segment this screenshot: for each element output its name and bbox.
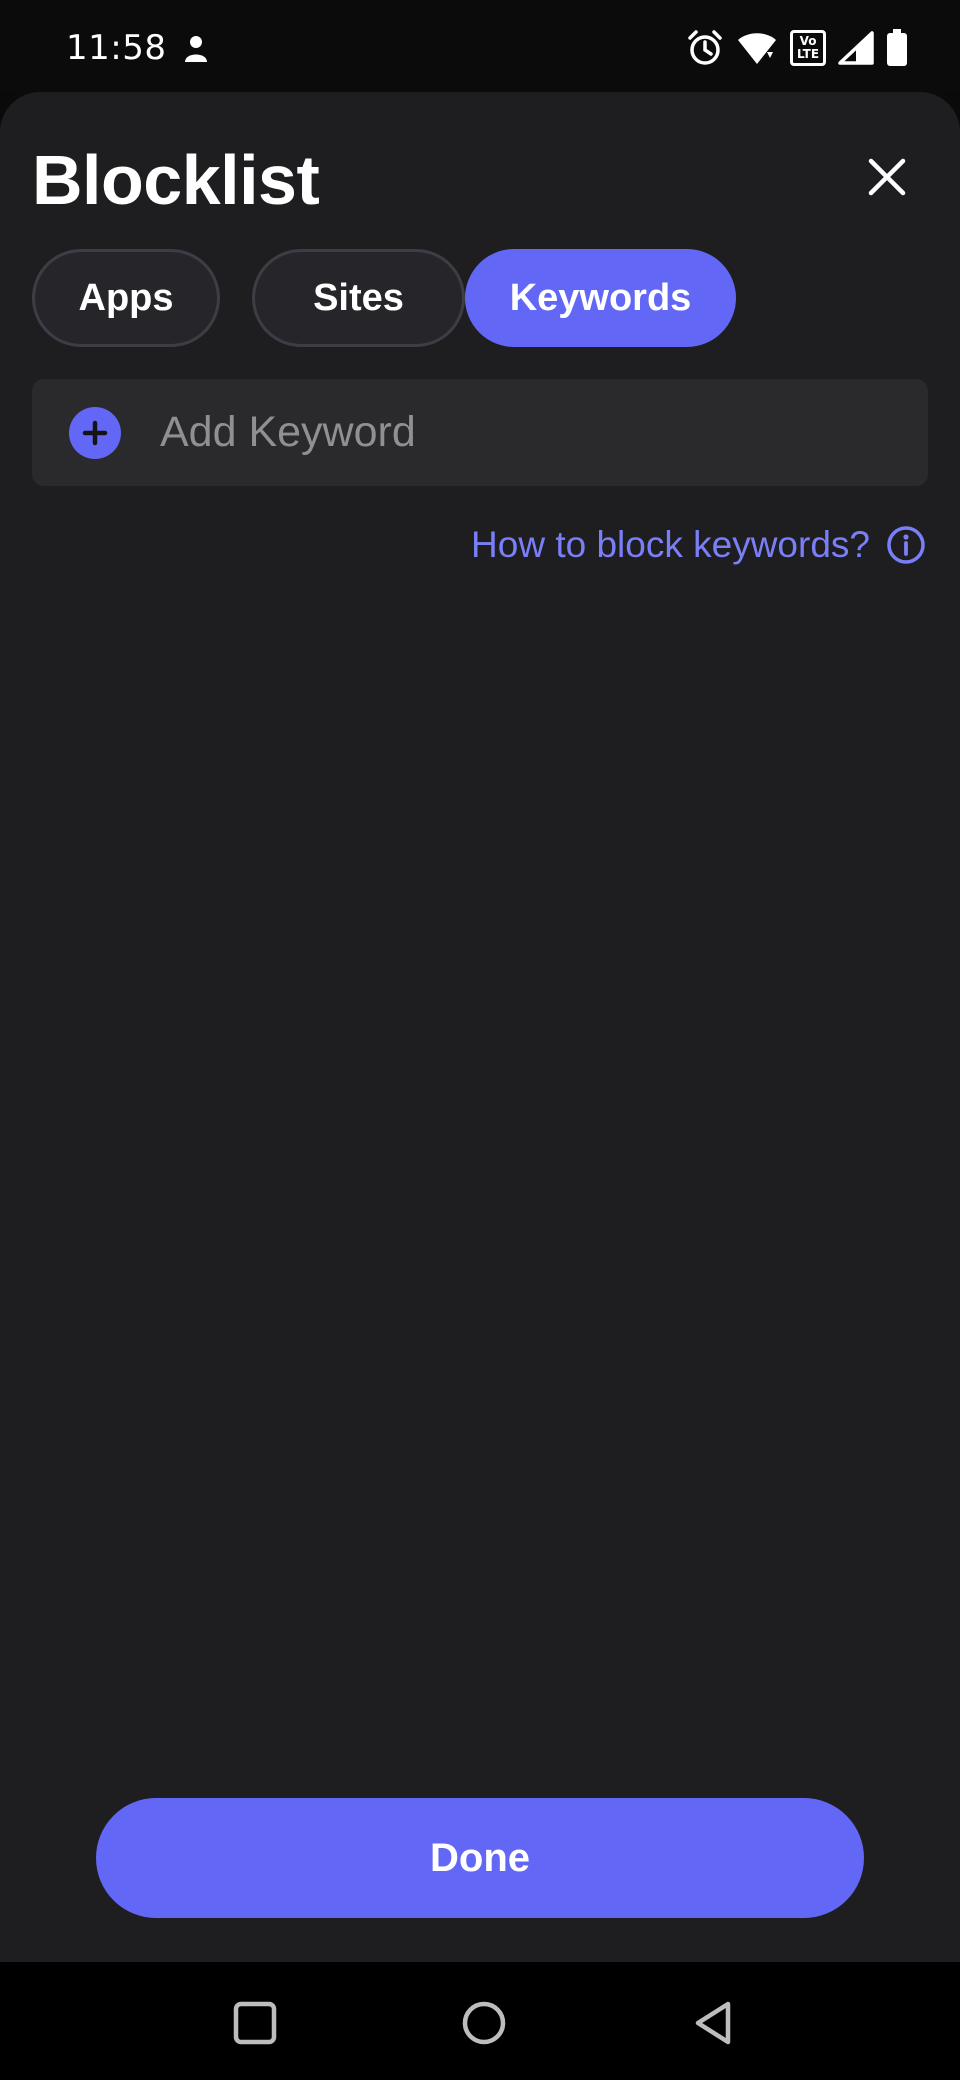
- tab-sites-label: Sites: [313, 276, 404, 319]
- done-button-label: Done: [430, 1835, 530, 1880]
- info-icon: [887, 526, 925, 564]
- volte-icon: Vo LTE: [790, 30, 826, 66]
- done-button[interactable]: Done: [96, 1798, 864, 1918]
- close-button[interactable]: [858, 148, 916, 206]
- tab-sites[interactable]: Sites: [252, 249, 465, 347]
- home-icon[interactable]: [459, 1998, 509, 2048]
- status-bar: 11:58 Vo LTE: [0, 0, 960, 92]
- status-time: 11:58: [66, 28, 167, 68]
- plus-circle-icon[interactable]: [69, 407, 121, 459]
- tab-keywords[interactable]: Keywords: [465, 249, 736, 347]
- battery-icon: [887, 29, 907, 66]
- back-icon[interactable]: [690, 1998, 740, 2048]
- plus-icon: [82, 420, 108, 446]
- page-title: Blocklist: [32, 141, 320, 219]
- help-link-label: How to block keywords?: [471, 524, 870, 565]
- add-keyword-input[interactable]: [160, 379, 900, 486]
- tab-apps[interactable]: Apps: [32, 249, 220, 347]
- blocklist-sheet: Blocklist Apps Sites Keywords How to blo…: [0, 92, 960, 1962]
- wifi-icon: [738, 33, 776, 64]
- navigation-bar: [0, 1962, 960, 2080]
- recents-icon[interactable]: [230, 1998, 280, 2048]
- alarm-icon: [688, 30, 722, 65]
- signal-icon: [838, 31, 874, 65]
- close-icon: [868, 158, 906, 196]
- tab-apps-label: Apps: [78, 276, 174, 319]
- profile-icon: [185, 36, 207, 62]
- add-keyword-field[interactable]: [32, 379, 928, 486]
- tab-keywords-label: Keywords: [509, 276, 692, 319]
- volte-bottom-label: LTE: [796, 47, 820, 61]
- status-icons: Vo LTE: [686, 26, 908, 70]
- how-to-block-keywords-link[interactable]: How to block keywords?: [471, 524, 926, 566]
